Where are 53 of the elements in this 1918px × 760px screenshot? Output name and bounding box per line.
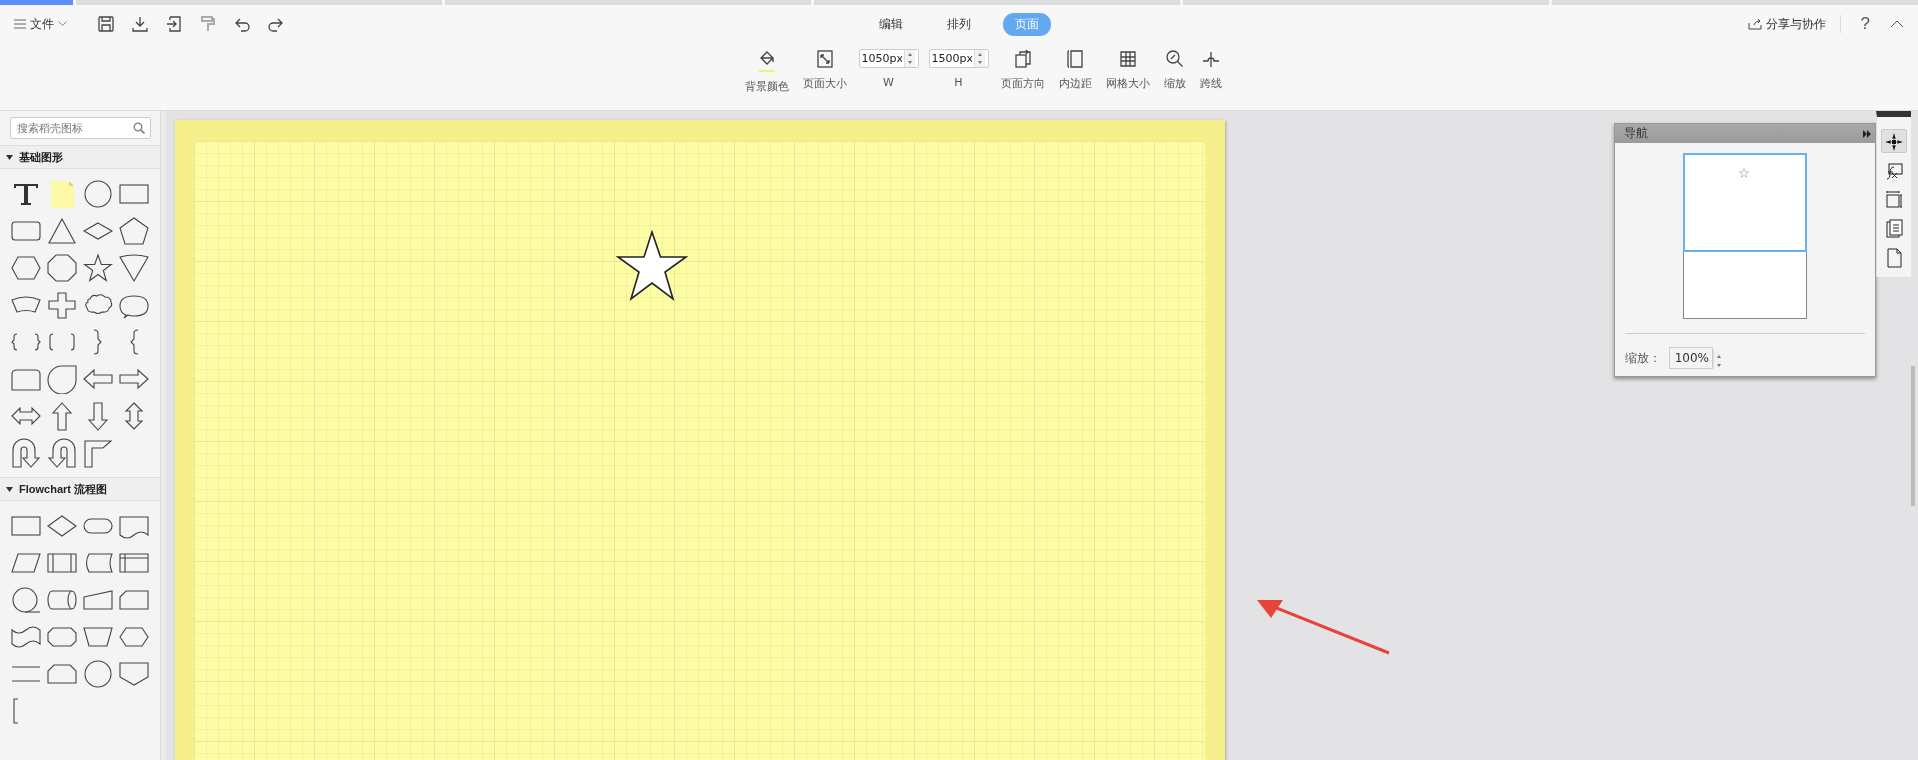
share-button[interactable]: 分享与协作 [1745, 13, 1828, 35]
collapse-triangle-icon [6, 154, 13, 160]
pentagon-shape-icon[interactable] [118, 215, 150, 246]
page-tool-button[interactable]: 页面方向 [998, 49, 1047, 91]
octagon-shape-icon[interactable] [46, 252, 78, 283]
zoom-label: 缩放： [1625, 349, 1661, 367]
collapse-caret-icon[interactable] [1890, 20, 1904, 28]
mode-tab[interactable]: 排列 [935, 12, 983, 36]
spinner-label: H [954, 76, 963, 89]
resize-page-icon [814, 49, 835, 69]
help-button[interactable]: ? [1852, 14, 1878, 34]
expand-icon[interactable] [1863, 129, 1871, 138]
u-turn-arrow-shape-icon[interactable] [10, 437, 42, 468]
page-tool-button[interactable]: 内边距 [1056, 49, 1094, 91]
menu-icon [14, 19, 26, 29]
save-icon[interactable] [97, 15, 115, 33]
star-shape[interactable] [615, 230, 689, 302]
page-tool-button[interactable]: 页面大小 [800, 49, 849, 91]
page-tool-button[interactable]: 缩放 [1161, 49, 1188, 91]
star-thumbnail [1739, 168, 1749, 178]
page-thumbnail[interactable] [1683, 153, 1807, 319]
import-icon[interactable] [165, 15, 183, 33]
collapse-triangle-icon [6, 486, 13, 492]
share-icon [1747, 18, 1762, 30]
page-orientation-icon [1012, 49, 1033, 69]
compass-button[interactable] [1881, 129, 1907, 153]
mode-tab[interactable]: 编辑 [867, 12, 915, 36]
panel-title: 导航 [1624, 125, 1648, 142]
caret-icon [58, 21, 67, 27]
page-tool-button[interactable]: 背景颜色 [742, 49, 791, 94]
circle-shape-icon[interactable] [82, 178, 114, 209]
page-tool-button[interactable]: 网格大小 [1103, 49, 1152, 91]
corner-shape-icon[interactable] [82, 437, 114, 468]
padding-icon [1065, 49, 1085, 69]
category-header[interactable]: 基础图形 [0, 145, 160, 169]
inverted-triangle-shape-icon[interactable] [118, 252, 150, 283]
page-tool-button[interactable]: 跨线 [1197, 49, 1224, 91]
zoom-icon [1164, 49, 1185, 69]
file-menu[interactable]: 文件 [12, 13, 69, 35]
grid-icon [1117, 49, 1138, 69]
scrollbar-thumb[interactable] [1911, 366, 1915, 506]
drop-shape-icon[interactable] [46, 363, 78, 394]
u-turn-left-arrow-shape-icon[interactable] [46, 437, 78, 468]
search-field[interactable]: 搜索稻壳图标 [10, 117, 151, 139]
line-jump-icon [1200, 49, 1221, 69]
star-shape-icon[interactable] [82, 252, 114, 283]
search-icon[interactable] [133, 122, 145, 134]
spinner-label: W [883, 76, 894, 89]
category-header[interactable]: Flowchart 流程图 [0, 477, 160, 501]
download-icon[interactable] [131, 15, 149, 33]
sequential-data-shape-icon[interactable] [10, 584, 42, 615]
connector-shape-icon[interactable] [82, 658, 114, 689]
zoom-field[interactable]: 100% [1669, 347, 1713, 369]
